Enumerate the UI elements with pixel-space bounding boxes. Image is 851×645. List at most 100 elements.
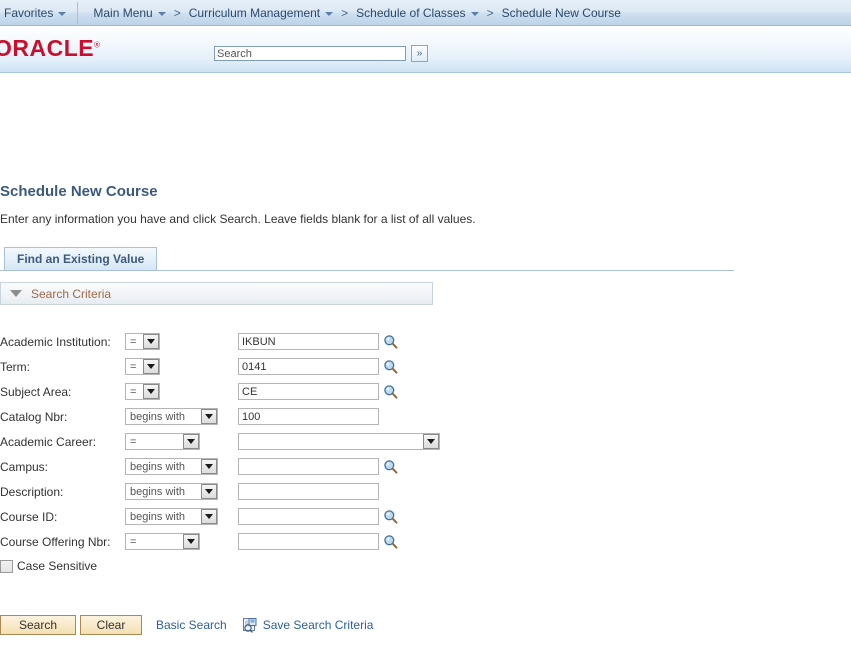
value-input[interactable] <box>238 508 379 525</box>
action-button-row: Search Clear Basic Search Save Search Cr… <box>0 615 373 635</box>
value-input[interactable] <box>238 483 379 500</box>
value-dropdown[interactable] <box>238 433 440 450</box>
chevron-down-icon[interactable] <box>143 334 159 349</box>
breadcrumb-separator: > <box>486 5 494 20</box>
tab-strip: Find an Existing Value <box>0 247 734 271</box>
operator-value: = <box>130 435 137 448</box>
operator-value: = <box>130 385 137 398</box>
nav-favorites[interactable]: Favorites <box>0 6 69 20</box>
operator-select[interactable]: begins with <box>125 483 218 500</box>
case-sensitive-checkbox[interactable] <box>0 559 13 573</box>
chevron-down-icon[interactable] <box>201 484 217 499</box>
clear-button[interactable]: Clear <box>80 615 142 635</box>
save-search-criteria-link[interactable]: Save Search Criteria <box>263 618 374 632</box>
operator-select[interactable]: begins with <box>125 508 218 525</box>
field-label: Catalog Nbr: <box>0 409 68 424</box>
header-search-group: » <box>214 45 428 62</box>
chevron-down-icon <box>58 11 67 16</box>
operator-value: = <box>130 535 137 548</box>
breadcrumb-current-page: Schedule New Course <box>501 5 621 20</box>
form-row: Subject Area: = <box>0 379 440 404</box>
operator-select[interactable]: = <box>125 358 160 375</box>
oracle-trademark: ® <box>94 40 101 50</box>
chevron-down-icon[interactable] <box>201 409 217 424</box>
basic-search-link[interactable]: Basic Search <box>156 618 227 632</box>
field-label: Campus: <box>0 459 49 474</box>
operator-value: = <box>130 360 137 373</box>
lookup-magnifier-icon[interactable] <box>383 509 398 524</box>
search-button[interactable]: Search <box>0 615 76 635</box>
operator-value: begins with <box>130 485 186 498</box>
value-input[interactable] <box>238 533 379 550</box>
save-search-criteria-icon[interactable] <box>242 617 260 634</box>
oracle-logo: ORACLE® <box>0 37 101 60</box>
chevron-down-icon[interactable] <box>423 434 439 449</box>
form-row: Academic Institution: = <box>0 329 440 354</box>
operator-select[interactable]: = <box>125 533 200 550</box>
header-search-submit-button[interactable]: » <box>411 45 428 62</box>
collapse-triangle-icon[interactable] <box>10 290 22 297</box>
search-criteria-form: Academic Institution:=Term:=Subject Area… <box>0 329 440 554</box>
breadcrumb-label: Schedule of Classes <box>356 5 466 20</box>
form-row: Campus: begins with <box>0 454 440 479</box>
lookup-magnifier-icon[interactable] <box>383 384 398 399</box>
operator-value: begins with <box>130 460 186 473</box>
value-input[interactable] <box>238 358 379 375</box>
case-sensitive-label: Case Sensitive <box>17 559 98 573</box>
chevron-down-icon[interactable] <box>183 534 199 549</box>
chevron-down-icon[interactable] <box>143 384 159 399</box>
search-criteria-title: Search Criteria <box>31 286 112 301</box>
operator-select[interactable]: = <box>125 333 160 350</box>
chevron-down-icon <box>470 11 479 16</box>
chevron-down-icon[interactable] <box>143 359 159 374</box>
form-row: Catalog Nbr: begins with <box>0 404 440 429</box>
page-title: Schedule New Course <box>0 183 158 200</box>
field-label: Course ID: <box>0 509 58 524</box>
value-input[interactable] <box>238 408 379 425</box>
field-label: Description: <box>0 484 64 499</box>
breadcrumb-label: Curriculum Management <box>188 5 321 20</box>
operator-select[interactable]: begins with <box>125 408 218 425</box>
operator-value: begins with <box>130 410 186 423</box>
form-row: Course ID: begins with <box>0 504 440 529</box>
operator-select[interactable]: = <box>125 433 200 450</box>
field-label: Subject Area: <box>0 384 72 399</box>
operator-select[interactable]: begins with <box>125 458 218 475</box>
breadcrumb-separator: > <box>341 5 349 20</box>
case-sensitive-group: Case Sensitive <box>0 559 97 573</box>
lookup-magnifier-icon[interactable] <box>383 334 398 349</box>
chevron-down-icon[interactable] <box>201 509 217 524</box>
nav-divider <box>77 1 79 24</box>
tab-find-an-existing-value[interactable]: Find an Existing Value <box>4 247 158 270</box>
operator-value: = <box>130 335 137 348</box>
page-instruction-text: Enter any information you have and click… <box>0 212 476 226</box>
field-label: Academic Institution: <box>0 334 111 349</box>
lookup-magnifier-icon[interactable] <box>383 359 398 374</box>
lookup-magnifier-icon[interactable] <box>383 534 398 549</box>
value-input[interactable] <box>238 333 379 350</box>
lookup-magnifier-icon[interactable] <box>383 459 398 474</box>
chevron-down-icon <box>325 11 334 16</box>
oracle-logo-text: ORACLE <box>0 35 95 61</box>
field-label: Academic Career: <box>0 434 97 449</box>
chevron-down-icon[interactable] <box>183 434 199 449</box>
breadcrumb-curriculum-management[interactable]: Curriculum Management <box>186 6 336 20</box>
nav-main-menu-label: Main Menu <box>93 5 153 20</box>
nav-favorites-label: Favorites <box>4 5 54 20</box>
chevron-down-icon <box>157 11 166 16</box>
value-input[interactable] <box>238 383 379 400</box>
nav-main-menu[interactable]: Main Menu <box>90 6 168 20</box>
operator-value: begins with <box>130 510 186 523</box>
breadcrumb-schedule-of-classes[interactable]: Schedule of Classes <box>353 6 481 20</box>
form-row: Course Offering Nbr: = <box>0 529 440 554</box>
header-search-input[interactable] <box>214 46 406 61</box>
form-row: Term: = <box>0 354 440 379</box>
breadcrumb-nav-bar: Favorites Main Menu > Curriculum Managem… <box>0 0 851 26</box>
chevron-down-icon[interactable] <box>201 459 217 474</box>
search-criteria-section-header[interactable]: Search Criteria <box>0 282 433 305</box>
form-row: Description: begins with <box>0 479 440 504</box>
tab-label: Find an Existing Value <box>17 252 145 266</box>
operator-select[interactable]: = <box>125 383 160 400</box>
value-input[interactable] <box>238 458 379 475</box>
field-label: Term: <box>0 359 30 374</box>
